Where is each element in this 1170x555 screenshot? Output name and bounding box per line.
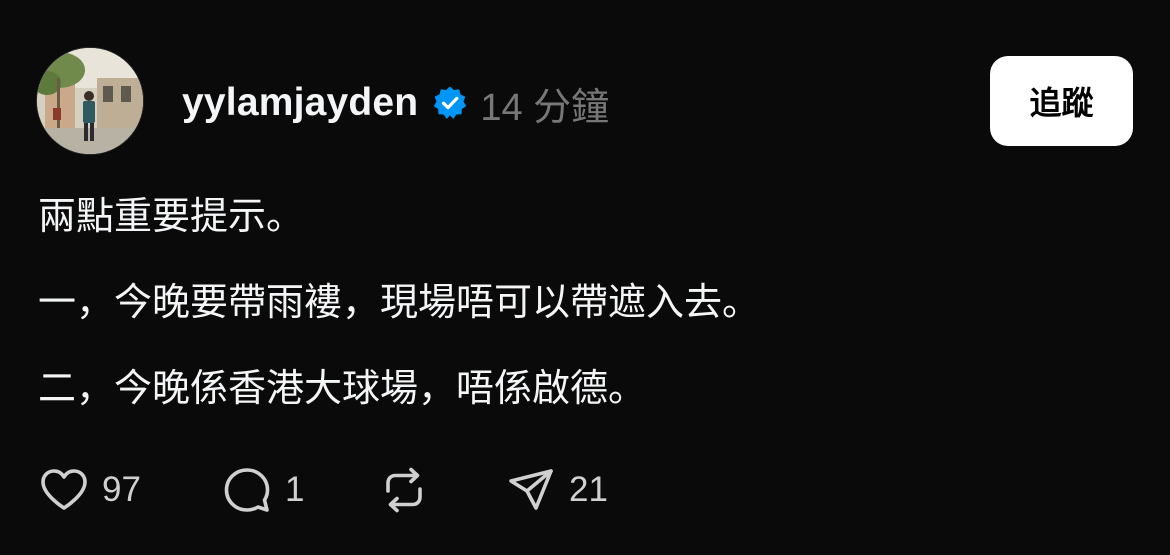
post-text-line: 一，今晚要帶雨褸，現場唔可以帶遮入去。: [38, 280, 761, 324]
heart-icon: [41, 469, 87, 510]
send-icon: [509, 469, 553, 510]
verified-badge-icon: [432, 85, 468, 121]
repost-button[interactable]: [378, 464, 442, 516]
follow-button[interactable]: 追蹤: [990, 56, 1133, 146]
comment-bubble-icon: [224, 468, 270, 512]
like-count: 97: [102, 470, 141, 509]
reply-button[interactable]: 1: [221, 464, 304, 516]
post-timestamp: 14 分鐘: [480, 86, 610, 129]
post-body: 兩點重要提示。 一，今晚要帶雨褸，現場唔可以帶遮入去。 二，今晚係香港大球場，唔…: [38, 190, 1128, 414]
repost-icon: [386, 467, 422, 513]
share-count: 21: [569, 470, 608, 509]
reply-count: 1: [285, 470, 305, 509]
thread-post: yylamjayden 14 分鐘 追蹤 兩點重要提示。 一，今晚要帶雨褸，現場…: [0, 0, 1170, 555]
avatar[interactable]: [37, 48, 143, 154]
like-button[interactable]: 97: [38, 464, 141, 516]
username[interactable]: yylamjayden: [182, 81, 418, 125]
share-button[interactable]: 21: [505, 464, 608, 516]
post-actions: 97 1 21: [38, 464, 738, 516]
avatar-photo: [37, 48, 143, 154]
post-text-line: 兩點重要提示。: [38, 194, 305, 238]
post-header: yylamjayden 14 分鐘: [182, 78, 610, 129]
post-text-line: 二，今晚係香港大球場，唔係啟德。: [38, 366, 647, 410]
